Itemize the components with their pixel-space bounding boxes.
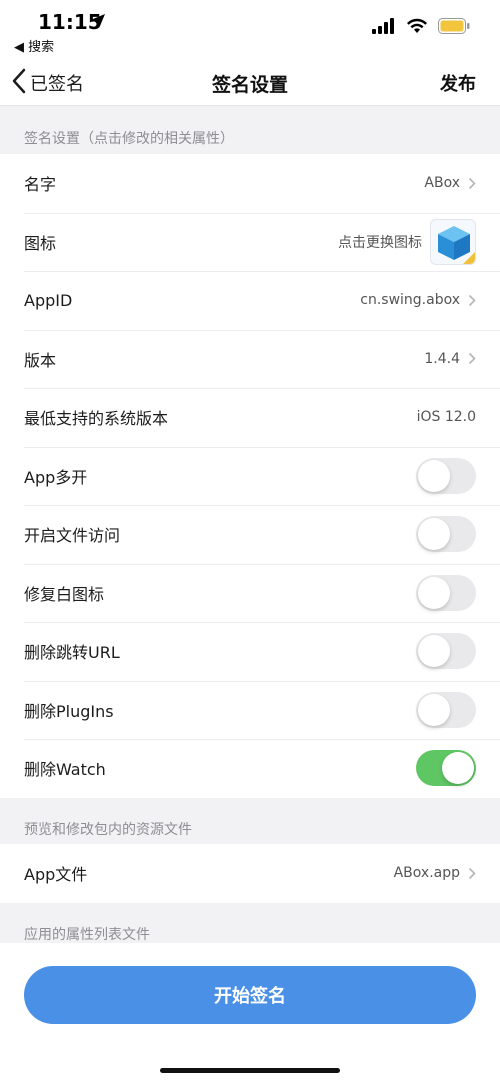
toggle-remove-plugins[interactable] (416, 691, 476, 728)
row-appid[interactable]: AppID cn.swing.abox (0, 271, 500, 330)
location-arrow-icon (92, 12, 106, 31)
start-signing-button[interactable]: 开始签名 (24, 966, 476, 1024)
row-min-os-label: 最低支持的系统版本 (24, 409, 169, 429)
row-name-value: ABox (424, 175, 460, 192)
section-header-sign-settings: 签名设置（点击修改的相关属性） (24, 131, 234, 147)
publish-button[interactable]: 发布 (440, 70, 476, 96)
row-fix-icon-label: 修复白图标 (24, 584, 105, 604)
row-icon-label: 图标 (24, 233, 57, 253)
row-file-access: 开启文件访问 (0, 505, 500, 564)
cellular-signal-icon (372, 18, 396, 38)
row-fix-icon: 修复白图标 (0, 563, 500, 623)
row-min-os-value: iOS 12.0 (416, 409, 476, 426)
row-remove-url-label: 删除跳转URL (24, 643, 120, 663)
row-file-access-label: 开启文件访问 (24, 526, 121, 546)
toggle-fix-icon[interactable] (416, 574, 476, 611)
sign-settings-group: 名字 ABox 图标 点击更换图标 AppID cn.swing.abox 版本… (0, 154, 500, 798)
row-version-label: 版本 (24, 350, 57, 370)
chevron-right-icon (468, 867, 476, 879)
row-remove-plugins-label: 删除PlugIns (24, 701, 114, 721)
back-button-label: 已签名 (30, 74, 84, 95)
cube-icon (438, 225, 475, 264)
resources-group: App文件 ABox.app (0, 844, 500, 903)
app-icon-preview[interactable] (430, 218, 476, 265)
chevron-right-icon (468, 294, 476, 306)
row-remove-url: 删除跳转URL (0, 622, 500, 681)
row-icon-value: 点击更换图标 (338, 234, 422, 251)
chevron-right-icon (468, 353, 476, 365)
battery-icon (438, 18, 470, 38)
status-bar: 11:15 ◀ 搜索 (0, 0, 500, 60)
row-min-os: 最低支持的系统版本 iOS 12.0 (0, 388, 500, 447)
row-remove-watch: 删除Watch (0, 739, 500, 798)
row-icon[interactable]: 图标 点击更换图标 (0, 212, 500, 272)
section-header-plist: 应用的属性列表文件 (24, 927, 150, 943)
row-multi-open: App多开 (0, 446, 500, 506)
row-name-label: 名字 (24, 175, 57, 195)
chevron-left-icon (12, 68, 26, 98)
wifi-icon (406, 18, 428, 38)
row-remove-watch-label: 删除Watch (24, 760, 106, 780)
toggle-remove-watch[interactable] (416, 750, 476, 787)
row-remove-plugins: 删除PlugIns (0, 680, 500, 740)
status-back-to-search[interactable]: ◀ 搜索 (14, 36, 54, 55)
home-indicator (160, 1068, 340, 1073)
toggle-file-access[interactable] (416, 516, 476, 553)
toggle-multi-open[interactable] (416, 457, 476, 494)
row-multi-open-label: App多开 (24, 467, 88, 487)
row-app-file-value: ABox.app (393, 865, 460, 882)
row-app-file[interactable]: App文件 ABox.app (0, 844, 500, 903)
row-version-value: 1.4.4 (424, 350, 460, 367)
chevron-right-icon (468, 177, 476, 189)
section-header-resources: 预览和修改包内的资源文件 (24, 822, 192, 838)
row-appid-label: AppID (24, 290, 73, 310)
row-app-file-label: App文件 (24, 865, 88, 885)
row-version[interactable]: 版本 1.4.4 (0, 329, 500, 389)
row-name[interactable]: 名字 ABox (0, 154, 500, 213)
row-appid-value: cn.swing.abox (360, 292, 460, 309)
status-indicators (372, 18, 470, 38)
back-button[interactable]: 已签名 (12, 68, 84, 98)
toggle-remove-url[interactable] (416, 633, 476, 670)
navigation-bar: 已签名 签名设置 发布 (0, 60, 500, 106)
